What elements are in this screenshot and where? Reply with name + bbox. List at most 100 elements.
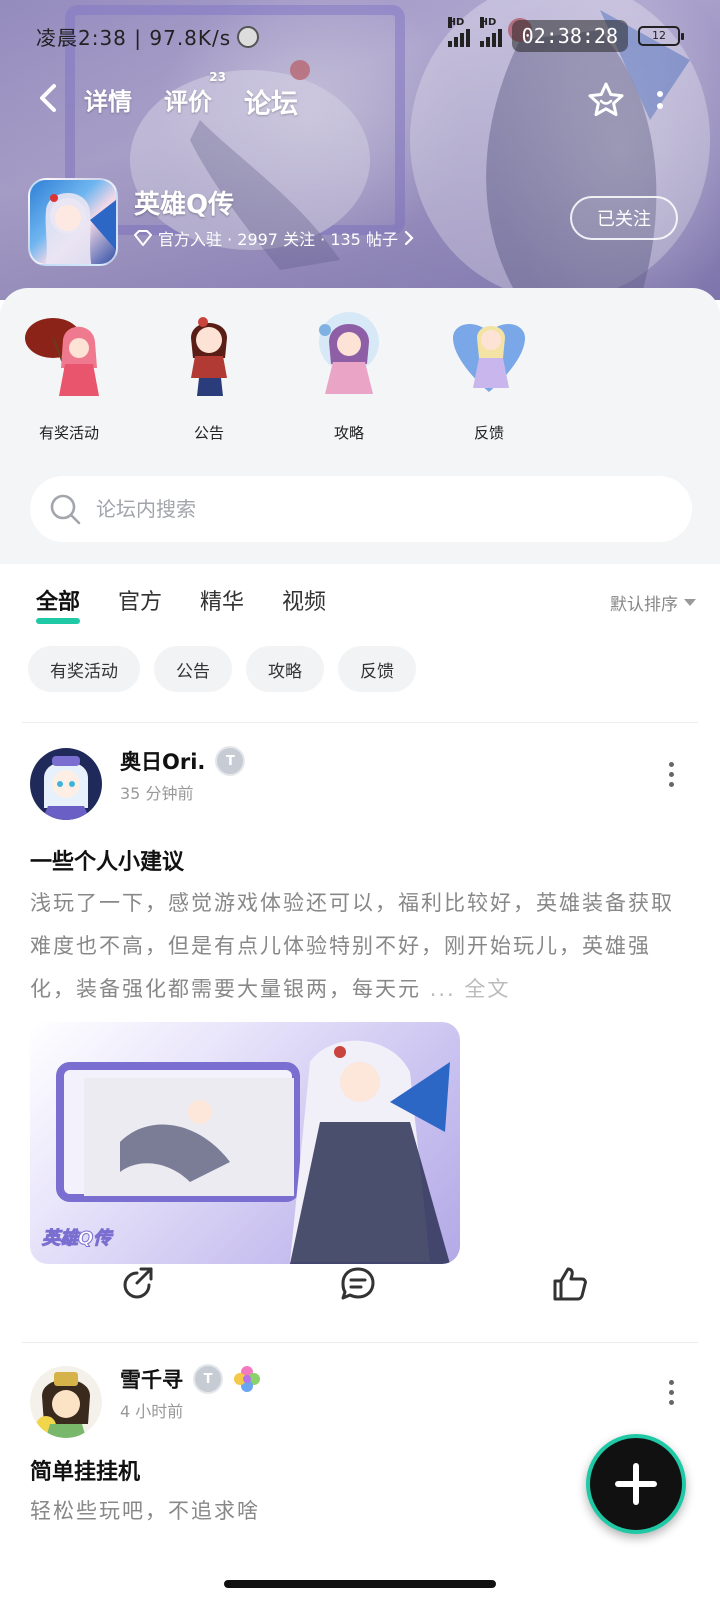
avatar[interactable] [30, 1366, 102, 1438]
shortcut-announcements-label: 公告 [193, 424, 224, 442]
signal-hd-label: HD [447, 17, 465, 28]
more-menu-button[interactable] [650, 82, 670, 118]
flower-badge-icon [234, 1366, 260, 1392]
home-indicator[interactable] [224, 1580, 496, 1588]
new-post-button[interactable] [586, 1434, 686, 1534]
user-badge-icon: T [193, 1364, 223, 1394]
shortcut-events[interactable]: 有奖活动 [14, 308, 124, 448]
forum-shortcuts-panel: 有奖活动 公告 攻略 反馈 论坛内搜索 [0, 288, 720, 564]
dot [668, 1390, 674, 1395]
header-banner: 凌晨2:38 | 97.8K/s HD HD 02:38:28 12 详情 评价… [0, 0, 720, 300]
feed-tabs: 全部 官方 精华 视频 [36, 584, 326, 624]
signal-icon: HD [447, 17, 470, 47]
chip-events[interactable]: 有奖活动 [28, 646, 140, 692]
like-button[interactable] [550, 1264, 590, 1304]
announcements-character-icon [163, 308, 255, 400]
post-title: 简单挂挂机 [30, 1460, 141, 1485]
user-badge-icon: T [215, 746, 246, 776]
guides-character-icon [303, 308, 395, 400]
post-image-art: 英雄Q传 [42, 1040, 450, 1264]
post-time: 35 分钟前 [120, 784, 194, 803]
star-icon [588, 82, 624, 117]
reviews-count-badge: 23 [209, 70, 226, 84]
image-logo-text: 英雄Q传 [42, 1228, 114, 1249]
share-button[interactable] [118, 1264, 158, 1304]
tab-details-label: 详情 [84, 88, 132, 116]
feed-tab-featured[interactable]: 精华 [200, 584, 244, 616]
filter-chips: 有奖活动 公告 攻略 反馈 [28, 646, 416, 692]
game-name: 英雄Q传 [134, 190, 235, 220]
plus-icon [615, 1463, 657, 1505]
status-left: 凌晨2:38 | 97.8K/s [36, 22, 260, 51]
clock: 02:38:28 [511, 20, 628, 52]
dot [657, 103, 663, 109]
top-tabs: 详情 评价 23 论坛 [84, 70, 298, 123]
dot [668, 782, 674, 787]
feed-tab-official[interactable]: 官方 [118, 584, 162, 616]
dot [668, 1380, 674, 1385]
post-body-text: 浅玩了一下，感觉游戏体验还可以，福利比较好，英雄装备获取难度也不高，但是有点儿体… [30, 891, 674, 1001]
post-actions [0, 1264, 720, 1314]
feed-tab-video[interactable]: 视频 [282, 584, 326, 616]
tab-forum-label: 论坛 [244, 89, 298, 120]
back-button[interactable] [30, 80, 66, 116]
post-image[interactable]: 英雄Q传 [30, 1022, 460, 1264]
chevron-left-icon [40, 84, 56, 112]
post-author[interactable]: 奥日Ori. T [120, 746, 246, 776]
share-icon [123, 1267, 153, 1299]
followed-button[interactable]: 已关注 [570, 196, 678, 240]
tab-reviews[interactable]: 评价 23 [164, 70, 226, 121]
chip-guides[interactable]: 攻略 [246, 646, 324, 692]
search-icon [50, 494, 81, 525]
comment-icon [341, 1267, 375, 1300]
signal-hd-label-2: HD [479, 17, 497, 28]
post-time: 4 小时前 [120, 1402, 184, 1421]
status-right: HD HD 02:38:28 12 [447, 17, 684, 52]
divider [22, 722, 698, 723]
sort-label: 默认排序 [610, 595, 678, 615]
caret-down-icon [684, 599, 696, 606]
feed-tab-all[interactable]: 全部 [36, 584, 81, 624]
author-name: 奥日Ori. [120, 750, 206, 774]
shortcut-guides-label: 攻略 [333, 424, 364, 442]
forum-search[interactable] [30, 476, 692, 542]
post-more-button[interactable] [666, 762, 676, 792]
dot [668, 762, 674, 767]
post-body-text: 轻松些玩吧，不追求啥 [30, 1499, 260, 1523]
shortcut-feedback[interactable]: 反馈 [434, 308, 544, 448]
diamond-icon [134, 230, 152, 246]
post-more-button[interactable] [666, 1380, 676, 1410]
game-icon[interactable] [28, 178, 118, 266]
shortcut-events-label: 有奖活动 [38, 424, 99, 442]
dot [668, 1400, 674, 1405]
shortcut-announcements[interactable]: 公告 [154, 308, 264, 448]
game-info: 英雄Q传 官方入驻 · 2997 关注 · 135 帖子 已关注 [28, 178, 698, 268]
favorite-button[interactable] [584, 78, 628, 122]
author-name: 雪千寻 [120, 1368, 183, 1392]
tab-reviews-label: 评价 [164, 88, 212, 116]
dot [657, 91, 663, 97]
sort-dropdown[interactable]: 默认排序 [610, 590, 696, 615]
post-title: 一些个人小建议 [30, 850, 185, 875]
avatar[interactable] [30, 748, 102, 820]
search-input[interactable] [96, 497, 616, 521]
status-time-speed: 凌晨2:38 | 97.8K/s [36, 26, 232, 50]
events-character-icon [23, 308, 115, 400]
notification-icon [237, 25, 260, 48]
tab-details[interactable]: 详情 [84, 82, 132, 121]
chevron-right-icon [404, 230, 414, 246]
status-bar: 凌晨2:38 | 97.8K/s HD HD 02:38:28 12 [0, 17, 720, 54]
read-more-link[interactable]: ... 全文 [430, 977, 511, 1001]
comment-button[interactable] [338, 1264, 378, 1304]
game-meta[interactable]: 官方入驻 · 2997 关注 · 135 帖子 [134, 226, 414, 250]
chip-feedback[interactable]: 反馈 [338, 646, 416, 692]
chip-announcements[interactable]: 公告 [154, 646, 232, 692]
game-icon-art [45, 193, 116, 264]
shortcut-guides[interactable]: 攻略 [294, 308, 404, 448]
shortcut-feedback-label: 反馈 [473, 424, 504, 442]
game-meta-text: 官方入驻 · 2997 关注 · 135 帖子 [158, 230, 398, 249]
post-author[interactable]: 雪千寻 T [120, 1364, 261, 1394]
tab-forum[interactable]: 论坛 [244, 82, 298, 123]
top-nav: 详情 评价 23 论坛 [0, 70, 720, 126]
thumbs-up-icon [553, 1267, 587, 1301]
